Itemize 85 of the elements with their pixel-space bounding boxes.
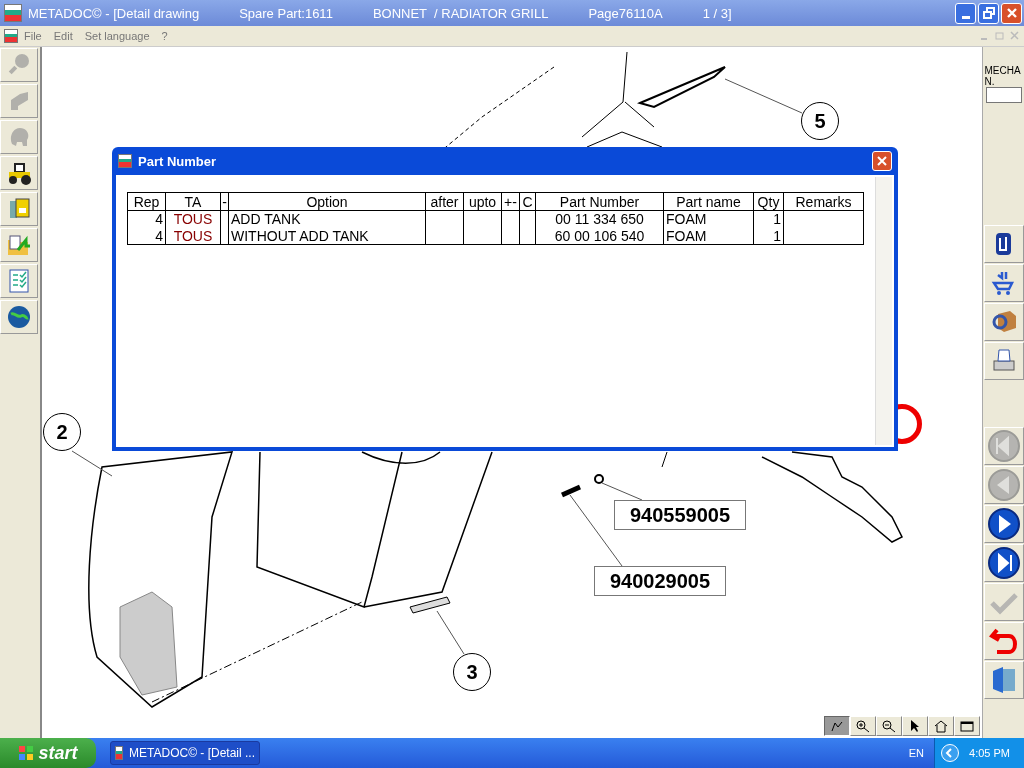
minimize-icon	[961, 15, 970, 19]
restore-button[interactable]	[978, 2, 999, 24]
leader-line	[436, 610, 465, 655]
column-header: upto	[463, 192, 502, 211]
column-header: Rep	[127, 192, 166, 211]
callout-number[interactable]: 2	[43, 413, 81, 451]
windows-logo-icon	[18, 745, 35, 761]
window-title: 1 / 3]	[702, 5, 732, 21]
tray-expand-button[interactable]	[941, 744, 960, 762]
table-cell: FOAM	[666, 227, 707, 244]
toolbar-button[interactable]	[983, 225, 1024, 263]
clock: 4:05 PM	[969, 747, 1010, 759]
column-header: Part name	[663, 192, 754, 211]
column-header: Part Number	[535, 192, 664, 211]
table-cell: 4	[155, 227, 163, 244]
action-button[interactable]	[983, 661, 1024, 699]
navigation-button[interactable]	[983, 544, 1024, 582]
folder-icon	[6, 232, 32, 258]
table-cell: ADD TANK	[231, 211, 301, 228]
field-label: MECHA N.	[984, 65, 1022, 87]
column-header: C	[519, 192, 536, 211]
table-cell: FOAM	[666, 211, 707, 228]
window-title: BONNET / RADIATOR GRILL	[372, 5, 549, 21]
table-cell: WITHOUT ADD TANK	[231, 227, 369, 244]
window-title: Spare Part:1611	[239, 5, 333, 21]
window-title: Page76110A	[588, 5, 663, 21]
navigation-button[interactable]	[983, 505, 1024, 543]
line-icon	[829, 719, 845, 733]
taskbar-item[interactable]: METADOC© - [Detail ...	[110, 741, 260, 765]
dialog-title: Part Number	[138, 153, 217, 169]
part-number-label[interactable]: 940029005	[594, 566, 726, 596]
column-header: Qty	[753, 192, 784, 211]
table-cell: TOUS	[173, 227, 213, 244]
globe-icon	[6, 304, 32, 330]
table-cell: 4	[155, 211, 163, 228]
column-header: Remarks	[783, 192, 864, 211]
menu-item[interactable]: File	[24, 30, 42, 42]
table-cell: 60 00 106 540	[554, 227, 645, 244]
window-icon	[959, 719, 975, 733]
column-header: after	[425, 192, 464, 211]
tractor-icon	[6, 160, 32, 186]
action-button[interactable]	[983, 622, 1024, 660]
window-title: METADOC© - [Detail drawing	[28, 5, 200, 21]
menu-item[interactable]: Set language	[84, 30, 150, 42]
app-logo-icon	[115, 746, 124, 760]
mdi-controls-icon	[980, 31, 1020, 41]
table-cell: 00 11 334 650	[555, 211, 644, 228]
home-icon	[933, 719, 949, 733]
skip-forward-icon	[986, 546, 1021, 580]
restore-icon	[982, 7, 995, 19]
zoom-out-icon	[881, 719, 897, 733]
zoom-tool-button[interactable]	[824, 716, 850, 736]
part-number-label[interactable]: 940559005	[614, 500, 746, 530]
menu-item[interactable]: Edit	[53, 30, 73, 42]
column-header: +-	[501, 192, 520, 211]
skip-back-icon	[986, 429, 1021, 463]
leader-line	[71, 450, 113, 477]
start-button[interactable]: start	[0, 738, 96, 768]
app-logo-icon	[118, 154, 132, 168]
menu-item[interactable]: ?	[161, 30, 168, 42]
toolbar-button[interactable]	[983, 264, 1024, 302]
language-indicator: EN	[908, 747, 925, 759]
close-button[interactable]	[872, 151, 892, 171]
close-button[interactable]	[1001, 2, 1022, 24]
callout-number[interactable]: 3	[453, 653, 491, 691]
toolbar-button[interactable]	[0, 156, 38, 190]
app-logo-icon	[4, 29, 18, 43]
checklist-icon	[6, 268, 32, 294]
undo-arrow-icon	[988, 626, 1019, 656]
input-field[interactable]	[985, 87, 1022, 103]
scrollbar[interactable]	[875, 177, 892, 445]
table-cell: 1	[773, 211, 781, 228]
toolbar-button[interactable]	[983, 303, 1024, 341]
app-logo-icon	[4, 4, 22, 22]
column-header: TA	[165, 192, 221, 211]
table-cell: 1	[773, 227, 781, 244]
toolbar-button[interactable]	[0, 300, 38, 334]
close-icon	[1005, 7, 1018, 19]
zoom-in-icon	[855, 719, 871, 733]
column-header: -	[220, 192, 229, 211]
table-cell: TOUS	[173, 211, 213, 228]
close-icon	[877, 156, 887, 166]
column-header: Option	[228, 192, 426, 211]
callout-number[interactable]: 5	[801, 102, 839, 140]
minimize-button[interactable]	[955, 2, 976, 24]
